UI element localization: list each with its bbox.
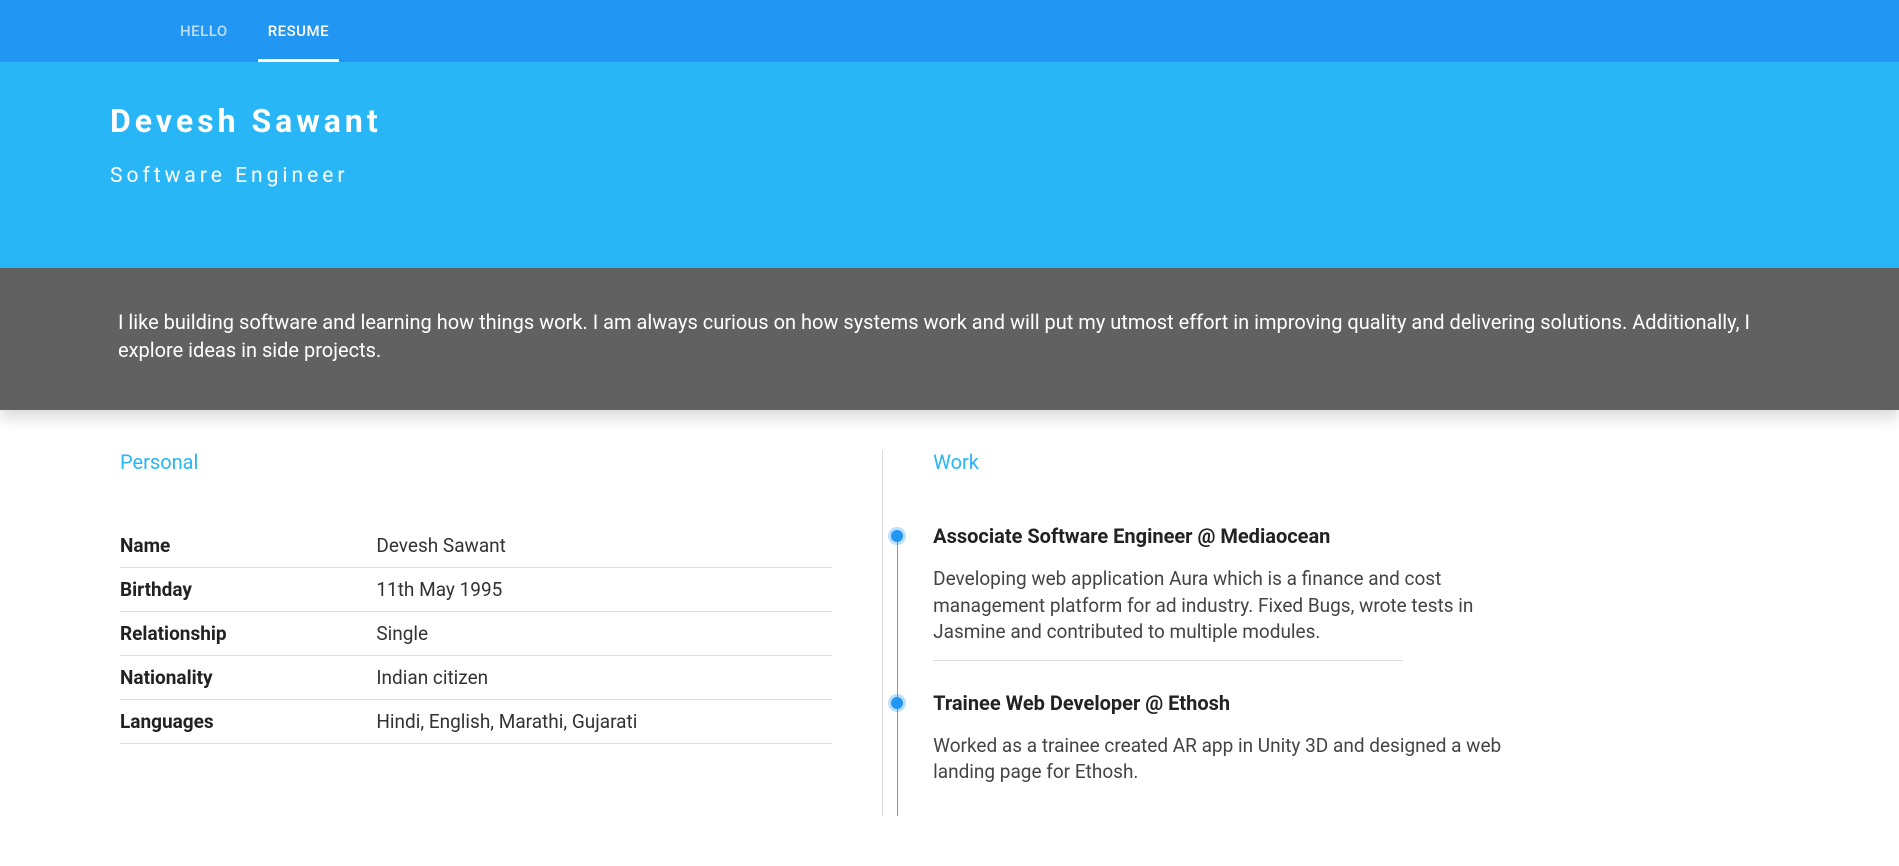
- personal-label: Languages: [120, 700, 376, 744]
- work-item-desc: Worked as a trainee created AR app in Un…: [933, 733, 1543, 786]
- table-row: Birthday 11th May 1995: [120, 568, 832, 612]
- table-row: Nationality Indian citizen: [120, 656, 832, 700]
- personal-section-title: Personal: [120, 450, 832, 474]
- personal-value: Indian citizen: [376, 656, 832, 700]
- work-item-title: Associate Software Engineer @ Mediaocean: [933, 524, 1779, 548]
- timeline-item: Associate Software Engineer @ Mediaocean…: [933, 524, 1779, 691]
- summary-text: I like building software and learning ho…: [118, 308, 1781, 364]
- table-row: Languages Hindi, English, Marathi, Gujar…: [120, 700, 832, 744]
- person-job-title: Software Engineer: [110, 164, 1789, 188]
- personal-value: Hindi, English, Marathi, Gujarati: [376, 700, 832, 744]
- work-column: Work Associate Software Engineer @ Media…: [883, 450, 1779, 816]
- table-row: Name Devesh Sawant: [120, 524, 832, 568]
- timeline-item: Trainee Web Developer @ Ethosh Worked as…: [933, 691, 1779, 816]
- personal-column: Personal Name Devesh Sawant Birthday 11t…: [120, 450, 883, 816]
- work-section-title: Work: [933, 450, 1779, 474]
- nav-hello[interactable]: HELLO: [160, 0, 248, 62]
- personal-value: Single: [376, 612, 832, 656]
- work-timeline: Associate Software Engineer @ Mediaocean…: [933, 524, 1779, 816]
- nav-resume[interactable]: RESUME: [248, 0, 349, 62]
- top-nav: HELLO RESUME: [0, 0, 1899, 62]
- personal-value: Devesh Sawant: [376, 524, 832, 568]
- resume-content: Personal Name Devesh Sawant Birthday 11t…: [0, 410, 1899, 816]
- personal-label: Birthday: [120, 568, 376, 612]
- work-item-title: Trainee Web Developer @ Ethosh: [933, 691, 1779, 715]
- table-row: Relationship Single: [120, 612, 832, 656]
- personal-label: Name: [120, 524, 376, 568]
- personal-value: 11th May 1995: [376, 568, 832, 612]
- personal-label: Relationship: [120, 612, 376, 656]
- person-name: Devesh Sawant: [110, 102, 1789, 140]
- personal-table: Name Devesh Sawant Birthday 11th May 199…: [120, 524, 832, 744]
- summary-bar: I like building software and learning ho…: [0, 268, 1899, 410]
- divider: [933, 660, 1403, 661]
- personal-label: Nationality: [120, 656, 376, 700]
- work-item-desc: Developing web application Aura which is…: [933, 566, 1543, 646]
- hero-banner: Devesh Sawant Software Engineer: [0, 62, 1899, 268]
